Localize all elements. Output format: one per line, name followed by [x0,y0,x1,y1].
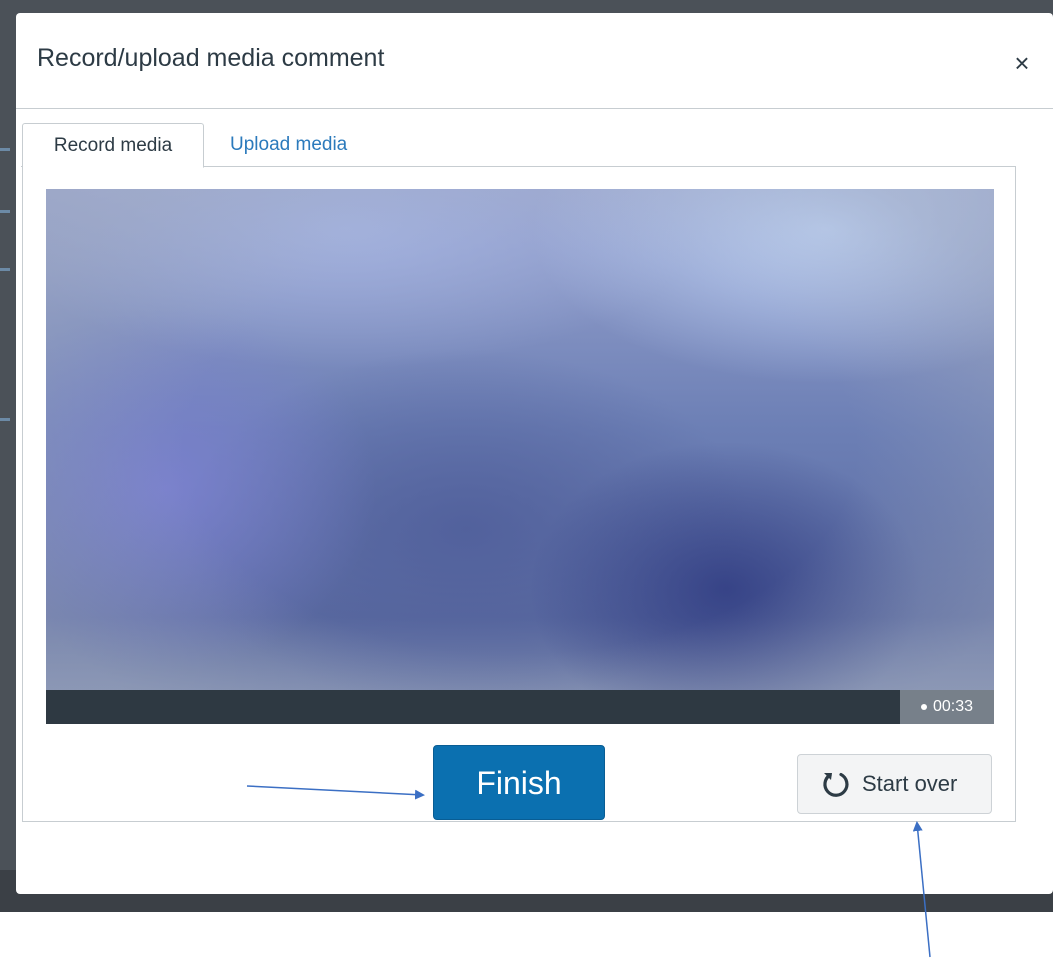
tab-record-media[interactable]: Record media [22,123,204,168]
background-link-fragment [0,418,10,421]
video-preview [46,189,994,724]
finish-button[interactable]: Finish [433,745,605,820]
background-link-fragment [0,210,10,213]
tab-upload-media[interactable]: Upload media [230,123,380,167]
start-over-button[interactable]: Start over [797,754,992,814]
video-vignette [46,189,994,724]
close-icon[interactable]: × [1008,49,1036,77]
recording-timer: 00:33 [900,690,994,724]
video-control-bar [46,690,994,724]
refresh-icon [823,772,849,797]
recording-dot-icon [920,703,927,710]
dialog-header: Record/upload media comment × [16,13,1053,109]
recording-elapsed: 00:33 [932,698,974,715]
start-over-label: Start over [862,771,958,796]
dialog-title: Record/upload media comment [37,44,385,72]
background-link-fragment [0,148,10,151]
background-link-fragment [0,268,10,271]
